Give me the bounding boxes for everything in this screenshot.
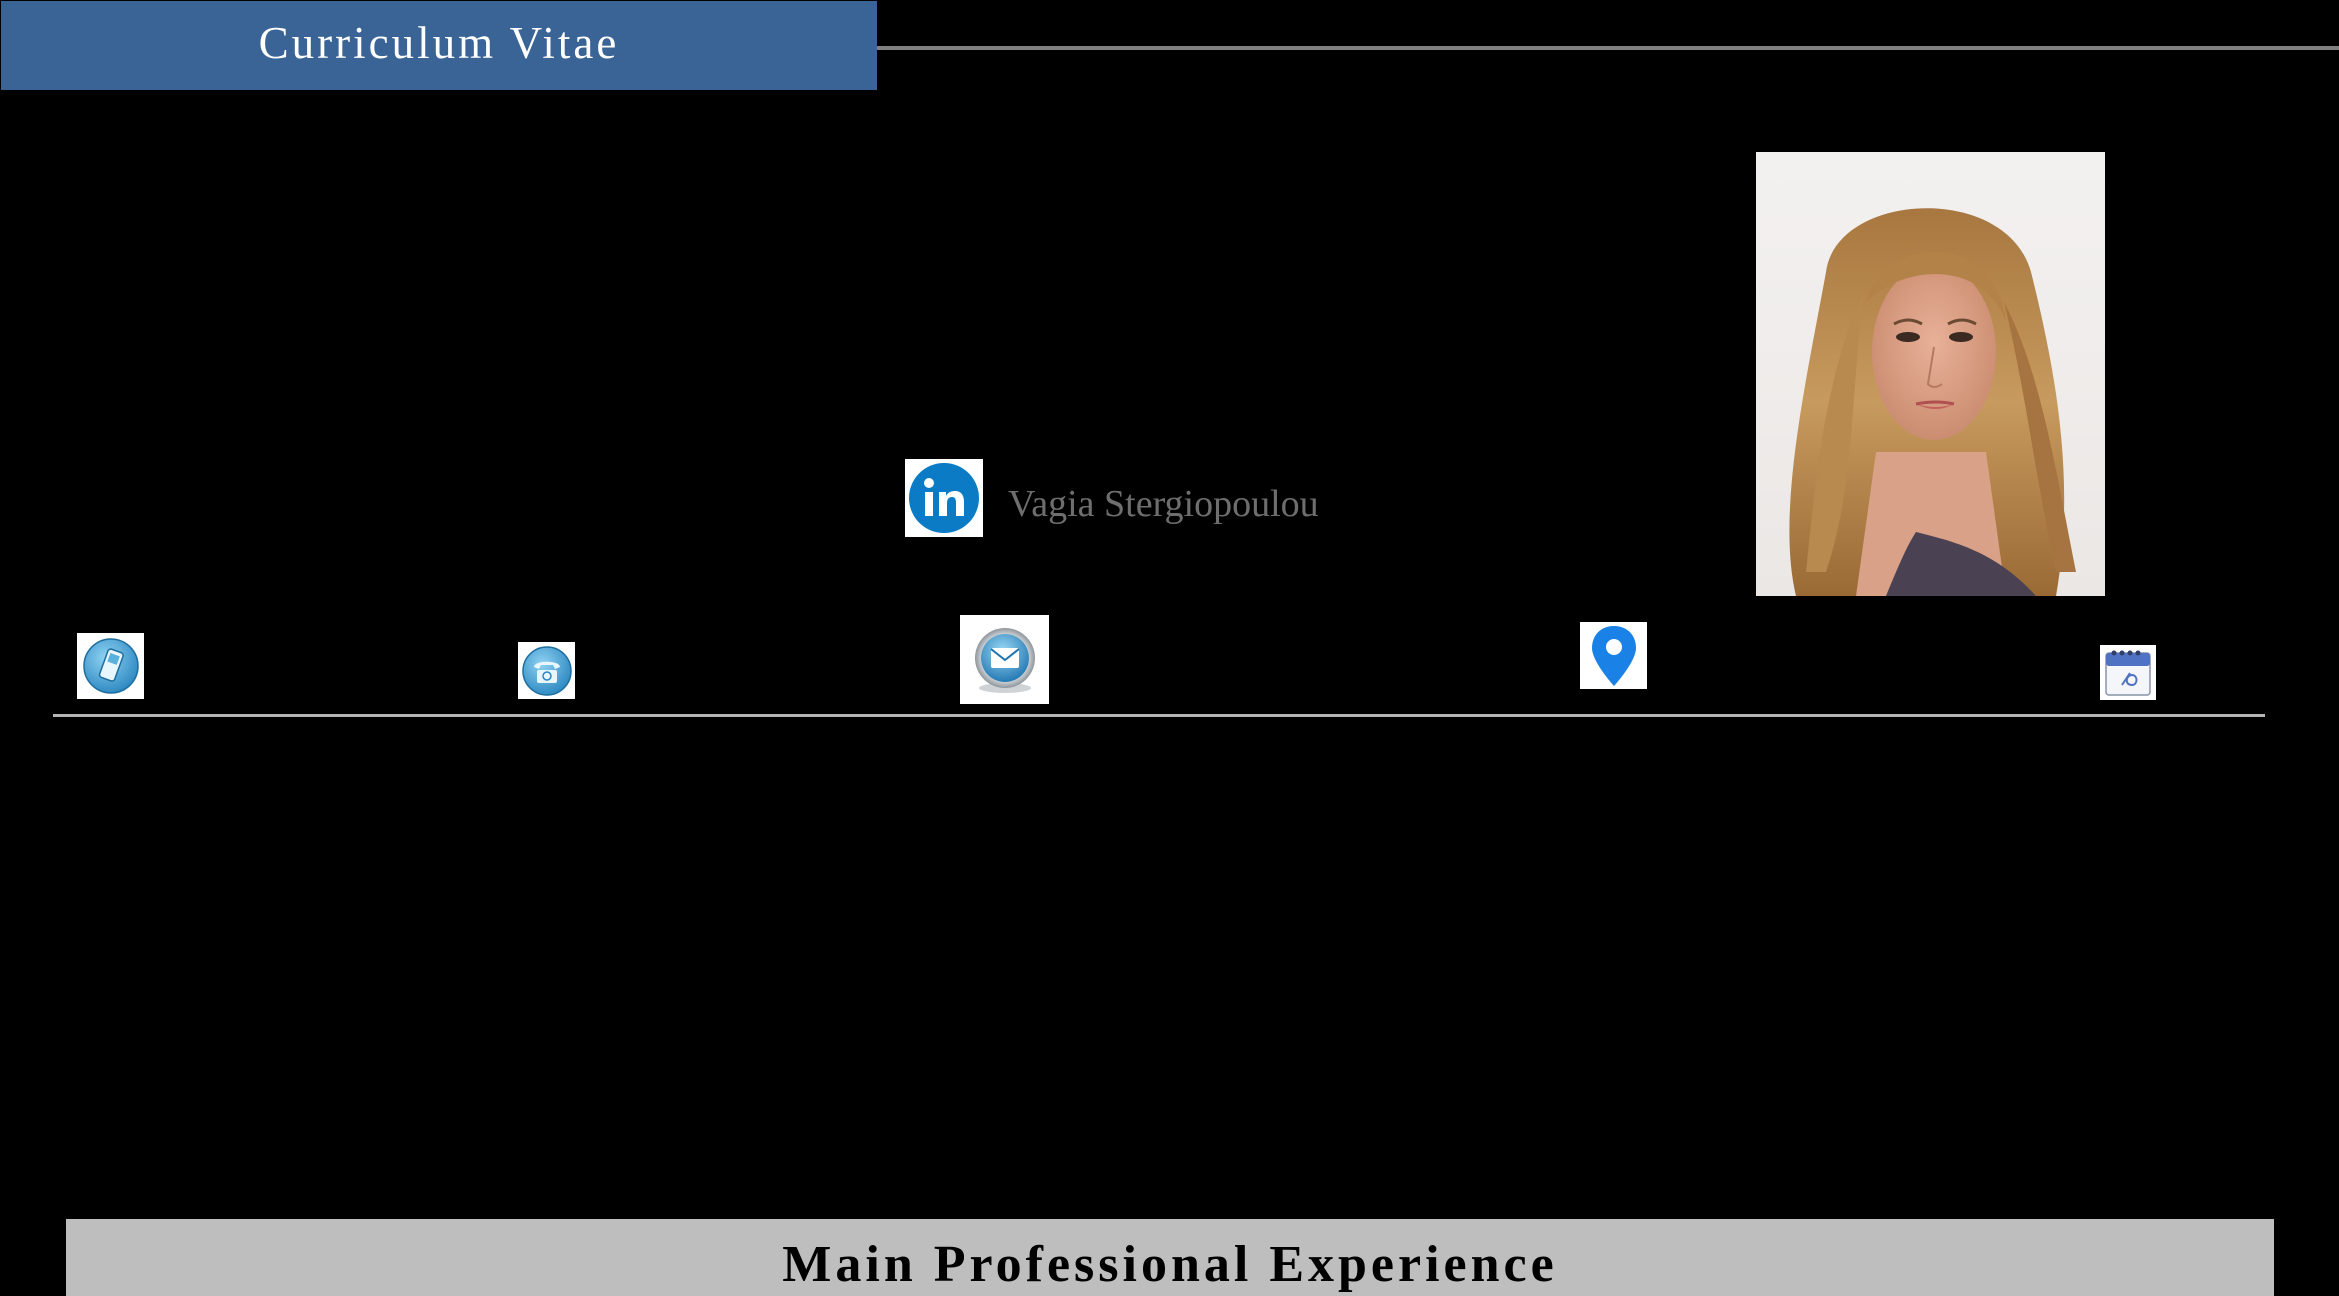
header-divider: [877, 46, 2339, 50]
mobile-phone-icon: [77, 633, 144, 699]
candidate-name: Vagia Stergiopoulou: [1008, 483, 1319, 525]
email-icon: [960, 615, 1049, 704]
calendar-icon: [2100, 645, 2156, 700]
cv-title-banner: Curriculum Vitae: [1, 1, 877, 90]
section-title: Main Professional Experience: [782, 1236, 1558, 1293]
section-heading-experience: Main Professional Experience: [66, 1219, 2274, 1296]
telephone-icon: [518, 642, 575, 699]
location-pin-icon: [1580, 622, 1647, 689]
cv-title: Curriculum Vitae: [258, 17, 620, 68]
linkedin-icon[interactable]: [905, 459, 983, 537]
contact-divider: [53, 714, 2265, 717]
portrait-photo-icon: [1756, 152, 2105, 596]
profile-photo: [1756, 152, 2105, 596]
